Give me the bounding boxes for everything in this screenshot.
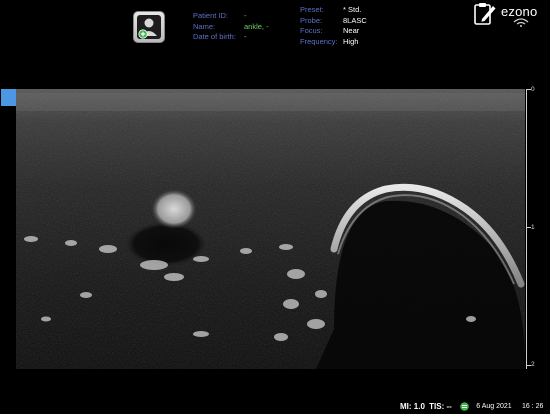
- probe-label: Probe:: [300, 15, 323, 25]
- date-display: 6 Aug 2021: [476, 403, 512, 410]
- frequency-value: High: [343, 36, 359, 46]
- time-display: 16 : 26: [521, 403, 544, 410]
- patient-dob-value: -: [244, 32, 247, 41]
- patient-profile-button[interactable]: [133, 11, 165, 43]
- clipboard-edit-icon: [474, 3, 496, 25]
- clipboard-button[interactable]: [472, 1, 498, 26]
- patient-name-label: Name:: [193, 21, 216, 31]
- orientation-marker: [1, 89, 16, 106]
- patient-info-values: - ankle, - -: [244, 11, 269, 43]
- sync-status-icon: [460, 402, 469, 411]
- preset-value: * Std.: [343, 5, 362, 14]
- focus-value: Near: [343, 26, 360, 35]
- frequency-label: Frequency:: [300, 36, 338, 46]
- patient-name-value: ankle, -: [244, 21, 269, 31]
- status-bar: MI: 1.0 TIS: -- 6 Aug 2021 16 : 26: [400, 401, 543, 412]
- probe-value: 8LASC: [343, 15, 367, 25]
- ultrasound-image[interactable]: [16, 89, 525, 369]
- ultrasound-scan-graphic: [16, 89, 525, 369]
- probe-info-labels: Preset: Probe: Focus: Frequency:: [300, 5, 338, 47]
- tis-value: TIS: --: [429, 402, 452, 411]
- wifi-icon: [513, 18, 529, 27]
- brand-logo: ezono: [501, 4, 538, 19]
- depth-label-0: 0: [531, 86, 535, 93]
- patient-id-label: Patient ID:: [193, 11, 229, 20]
- probe-info-values: * Std. 8LASC Near High: [343, 5, 367, 47]
- mi-value: MI: 1.0: [400, 402, 425, 411]
- focus-label: Focus:: [300, 26, 323, 35]
- patient-info-labels: Patient ID: Name: Date of birth:: [193, 11, 236, 43]
- preset-label: Preset:: [300, 5, 324, 14]
- patient-profile-icon: [137, 15, 161, 39]
- patient-id-value: -: [244, 11, 247, 20]
- depth-label-2: 2: [531, 361, 535, 368]
- patient-dob-label: Date of birth:: [193, 32, 236, 41]
- depth-label-1: 1: [531, 224, 535, 231]
